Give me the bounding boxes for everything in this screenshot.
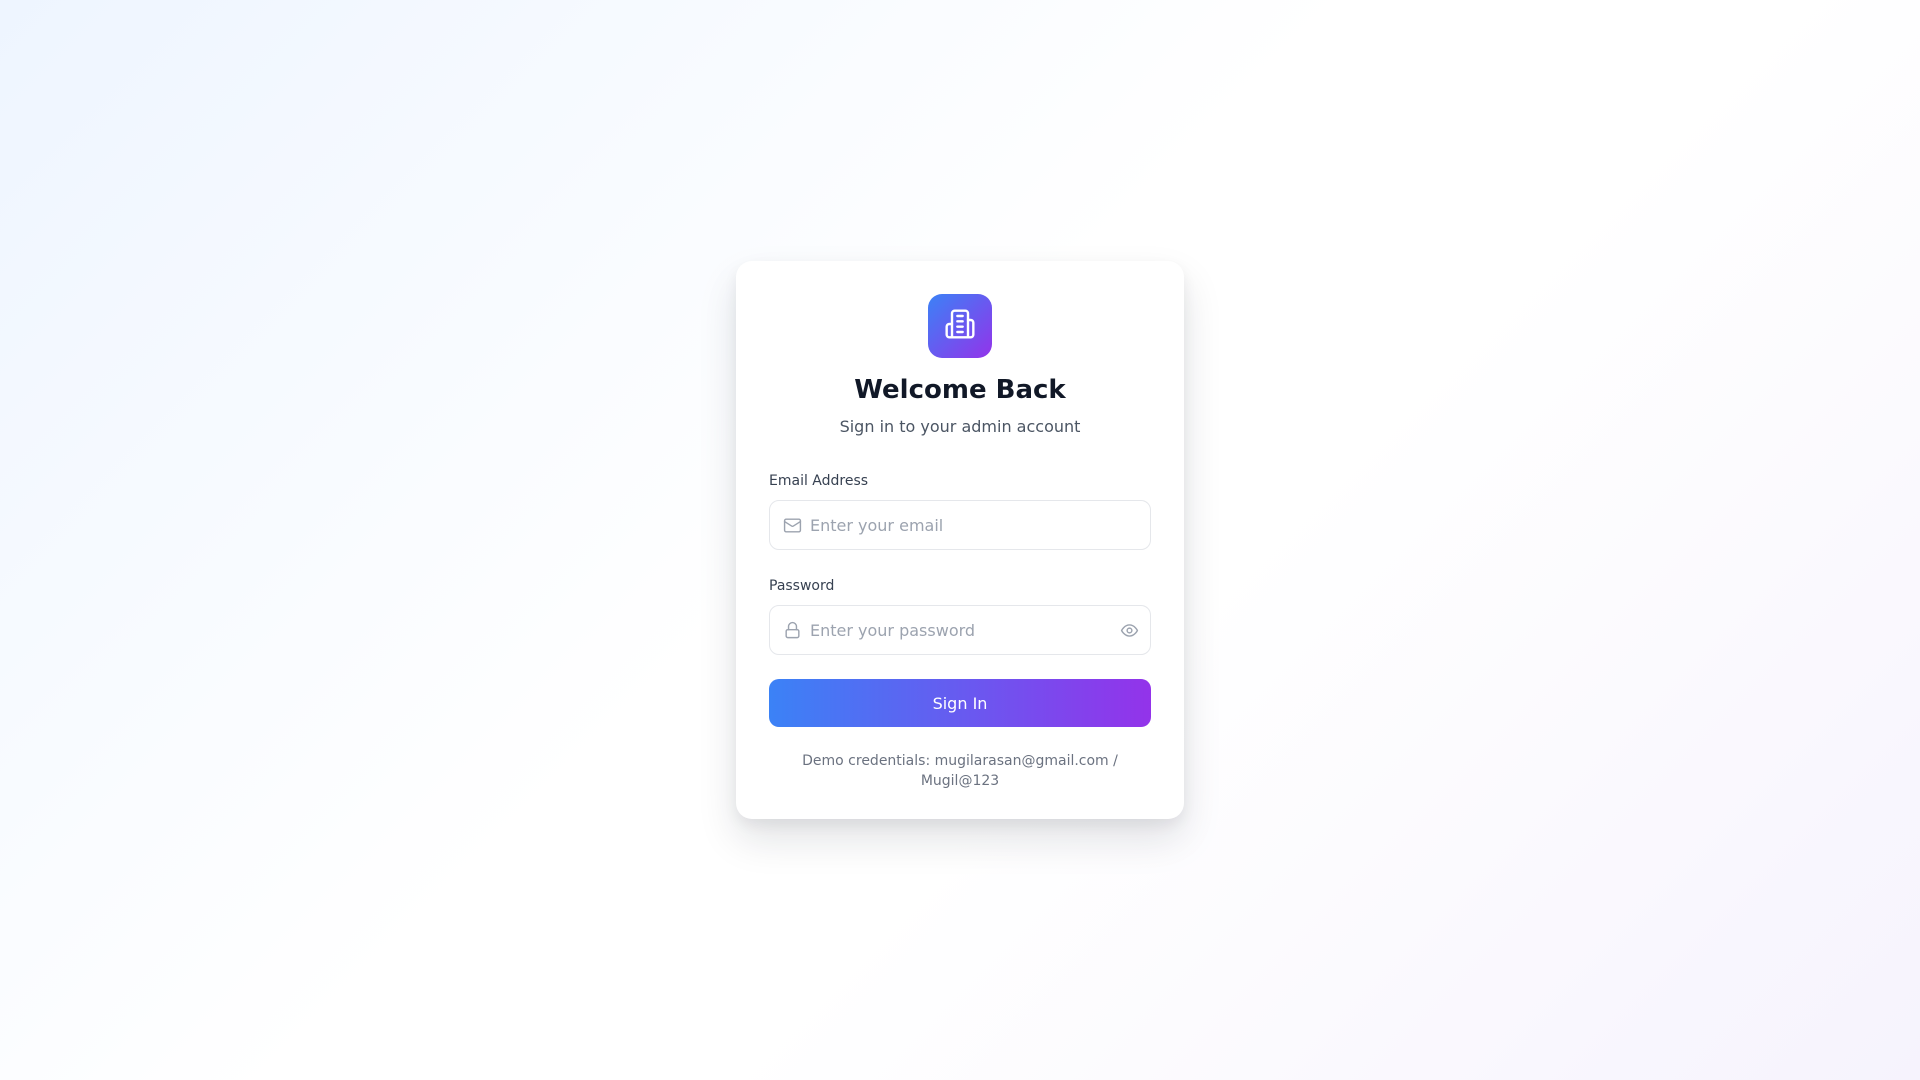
building-icon bbox=[944, 308, 976, 344]
eye-icon[interactable] bbox=[1119, 620, 1139, 640]
password-input-wrapper bbox=[769, 605, 1151, 655]
page-title: Welcome Back bbox=[854, 375, 1066, 405]
login-card: Welcome Back Sign in to your admin accou… bbox=[736, 261, 1184, 819]
logo-badge bbox=[928, 294, 992, 358]
demo-credentials-separator: / bbox=[1108, 753, 1118, 769]
login-form: Email Address Password bbox=[769, 472, 1151, 727]
page-subtitle: Sign in to your admin account bbox=[839, 417, 1081, 436]
email-label: Email Address bbox=[769, 473, 869, 489]
demo-credentials: Demo credentials: mugilarasan@gmail.com … bbox=[769, 751, 1151, 791]
lock-icon bbox=[782, 620, 802, 640]
password-input[interactable] bbox=[770, 606, 1150, 654]
password-label: Password bbox=[769, 578, 835, 594]
demo-credentials-prefix: Demo credentials: bbox=[802, 753, 935, 769]
demo-credentials-password: Mugil@123 bbox=[920, 773, 1000, 789]
sign-in-button[interactable]: Sign In bbox=[769, 679, 1151, 727]
email-input[interactable] bbox=[770, 501, 1150, 549]
mail-icon bbox=[782, 515, 802, 535]
email-input-wrapper bbox=[769, 500, 1151, 550]
demo-credentials-email: mugilarasan@gmail.com bbox=[934, 753, 1109, 769]
